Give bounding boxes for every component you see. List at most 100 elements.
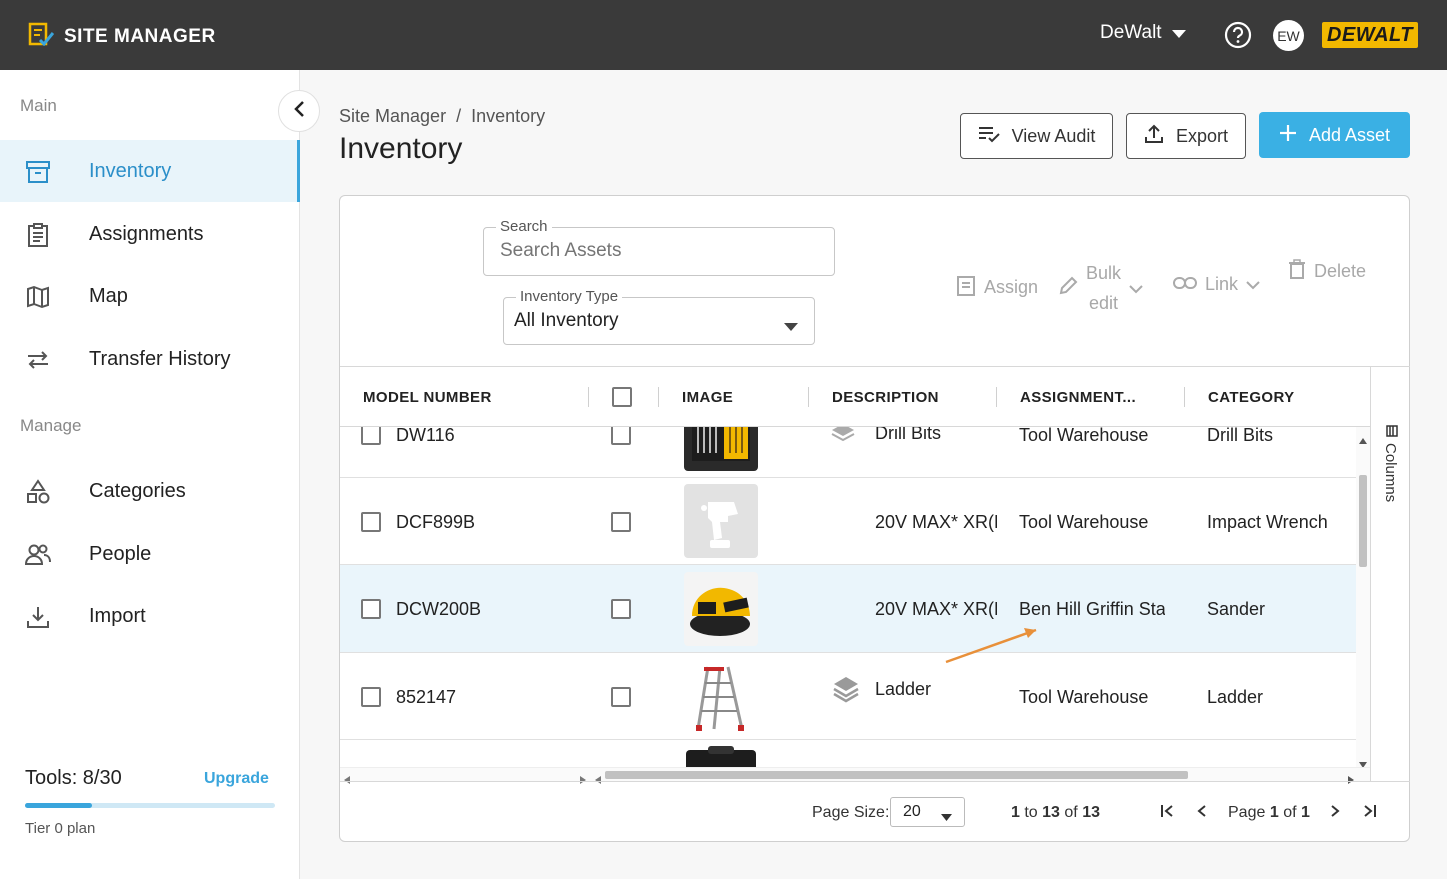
bulk-edit-action[interactable]: Bulk edit (1058, 258, 1143, 318)
sidebar-item-categories[interactable]: Categories (0, 460, 300, 522)
sidebar-item-assignments[interactable]: Assignments (0, 203, 300, 265)
column-header-assignment[interactable]: ASSIGNMENT... (1020, 389, 1136, 406)
tier-label: Tier 0 plan (25, 820, 96, 837)
asset-thumbnail[interactable] (684, 427, 758, 471)
row-select-checkbox[interactable] (361, 599, 381, 619)
assign-action[interactable]: Assign (956, 274, 1038, 301)
column-header-model-number[interactable]: MODEL NUMBER (363, 389, 492, 406)
horizontal-scrollbar[interactable] (340, 767, 1370, 784)
row-checkbox[interactable] (611, 599, 631, 619)
sidebar-item-label: Import (89, 604, 146, 627)
assign-label: Assign (984, 277, 1039, 297)
upgrade-link[interactable]: Upgrade (204, 770, 269, 788)
table-row[interactable] (340, 740, 1356, 767)
table-row[interactable]: 852147 Ladder Tool Warehouse Ladder (340, 653, 1356, 740)
help-icon[interactable] (1224, 21, 1252, 54)
bulk-edit-label-2: edit (1088, 293, 1119, 313)
dewalt-logo: DEWALT (1322, 22, 1418, 48)
sidebar-item-map[interactable]: Map (0, 265, 300, 327)
column-header-description[interactable]: DESCRIPTION (832, 389, 939, 406)
cell-model-number: DW116 (396, 427, 455, 445)
row-checkbox[interactable] (611, 512, 631, 532)
cell-model-number: DCW200B (396, 599, 482, 619)
cell-category: Sander (1207, 599, 1266, 619)
caret-down-icon (941, 808, 952, 826)
sidebar-item-label: Categories (89, 479, 186, 502)
page-of-word: of (1283, 804, 1297, 821)
prev-page-icon[interactable] (1197, 804, 1207, 823)
cell-category: Ladder (1207, 687, 1264, 707)
column-separator[interactable] (658, 387, 659, 407)
avatar[interactable]: EW (1273, 20, 1304, 51)
collapse-sidebar-button[interactable] (278, 90, 320, 132)
inventory-type-value: All Inventory (514, 310, 619, 331)
row-select-checkbox[interactable] (361, 687, 381, 707)
brand[interactable]: SITE MANAGER (28, 22, 216, 51)
view-audit-button[interactable]: View Audit (960, 113, 1113, 159)
column-header-category[interactable]: CATEGORY (1208, 389, 1295, 406)
column-separator[interactable] (1184, 387, 1185, 407)
org-name: DeWalt (1100, 22, 1162, 43)
column-separator[interactable] (996, 387, 997, 407)
cell-assignment: Ben Hill Griffin Stadium (1019, 599, 1165, 619)
table-row[interactable]: DW116 Drill Bits Tool Warehouse Drill Bi… (340, 427, 1356, 478)
delete-action[interactable]: Delete (1288, 259, 1366, 284)
shapes-icon (24, 478, 52, 506)
people-icon (24, 541, 52, 569)
sidebar-item-people[interactable]: People (0, 523, 300, 585)
brand-name: SITE MANAGER (64, 25, 216, 47)
columns-panel-tab[interactable]: Columns (1370, 366, 1410, 781)
next-page-icon[interactable] (1330, 804, 1340, 823)
first-page-icon[interactable] (1160, 804, 1174, 823)
link-action[interactable]: Link (1173, 274, 1260, 295)
page-size-label: Page Size: (812, 804, 890, 821)
asset-thumbnail-placeholder[interactable] (684, 484, 758, 558)
horizontal-scroll-thumb[interactable] (605, 771, 1188, 779)
asset-thumbnail[interactable] (684, 572, 758, 646)
delete-label: Delete (1314, 261, 1367, 281)
pagination-bar: Page Size: 20 1 to 13 of 13 Page 1 of 1 (340, 781, 1410, 842)
range-to-word: to (1024, 804, 1038, 821)
vertical-scrollbar[interactable] (1356, 427, 1370, 768)
column-separator[interactable] (588, 387, 589, 407)
tools-progress-fill (25, 803, 92, 808)
layers-icon (830, 427, 856, 451)
column-separator[interactable] (808, 387, 809, 407)
search-input[interactable] (500, 240, 820, 262)
inventory-type-select[interactable]: Inventory Type All Inventory (503, 288, 815, 345)
row-checkbox[interactable] (611, 427, 631, 445)
trash-icon (1288, 259, 1306, 284)
vertical-scroll-thumb[interactable] (1359, 475, 1367, 567)
page-size-select[interactable]: 20 (890, 797, 965, 827)
asset-thumbnail[interactable] (684, 746, 758, 767)
caret-down-icon (784, 318, 798, 336)
cell-category: Impact Wrench (1207, 512, 1328, 532)
sidebar-item-inventory[interactable]: Inventory (0, 140, 300, 202)
column-header-image[interactable]: IMAGE (682, 389, 733, 406)
add-asset-button[interactable]: Add Asset (1259, 112, 1410, 158)
table-row[interactable]: DCW200B 20V MAX* XR(R) Ben Hill Griffin … (340, 565, 1356, 653)
sidebar-item-label: Inventory (89, 159, 172, 182)
table-row[interactable]: DCF899B 20V MAX* XR(R) Tool Warehouse Im… (340, 478, 1356, 565)
row-select-checkbox[interactable] (361, 427, 381, 445)
sidebar-item-import[interactable]: Import (0, 585, 300, 647)
search-field[interactable]: Search (483, 218, 835, 276)
annotation-arrow-icon (945, 628, 1037, 664)
site-manager-logo-icon (28, 22, 55, 51)
grid-body: DW116 Drill Bits Tool Warehouse Drill Bi… (340, 427, 1356, 767)
tools-progress-bar (25, 803, 275, 808)
scroll-up-icon[interactable] (1359, 431, 1367, 449)
breadcrumb-root[interactable]: Site Manager (339, 106, 446, 127)
cell-description: Drill Bits (875, 427, 941, 443)
row-checkbox[interactable] (611, 687, 631, 707)
sidebar-item-transfer-history[interactable]: Transfer History (0, 328, 300, 390)
org-selector[interactable]: DeWalt (1100, 22, 1186, 44)
asset-thumbnail[interactable] (684, 659, 758, 733)
clipboard-icon (24, 221, 52, 249)
page-word: Page (1228, 804, 1266, 821)
last-page-icon[interactable] (1363, 804, 1377, 823)
export-button[interactable]: Export (1126, 113, 1246, 159)
select-all-checkbox[interactable] (612, 387, 632, 407)
row-select-checkbox[interactable] (361, 512, 381, 532)
cell-category: Drill Bits (1207, 427, 1273, 445)
